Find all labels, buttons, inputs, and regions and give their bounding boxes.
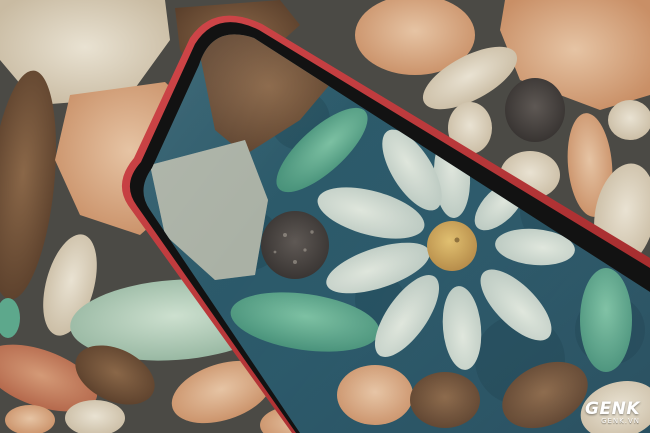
photo-canvas [0, 0, 650, 433]
watermark-domain: GENK.VN [601, 417, 640, 425]
photo-scene: GENK GENK.VN [0, 0, 650, 433]
watermark: GENK GENK.VN [585, 399, 640, 426]
watermark-logo: GENK [585, 399, 640, 419]
